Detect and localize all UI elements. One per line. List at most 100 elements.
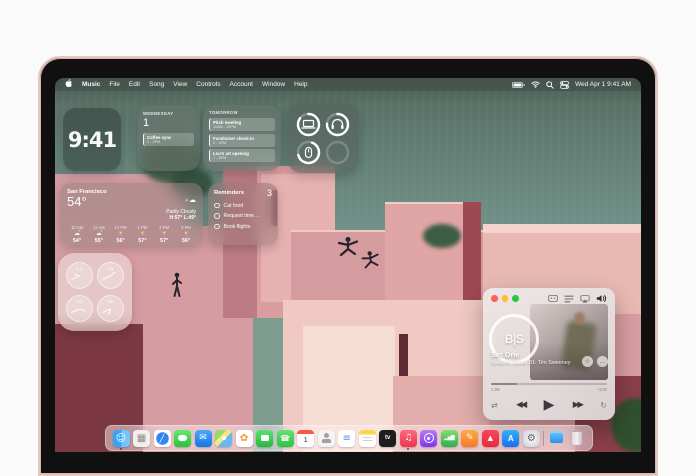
dock-icon-settings[interactable] [522,429,540,447]
more-options-button[interactable]: … [597,356,608,367]
calendar-widget[interactable]: WEDNESDAY 1 Coffee sync 1 - 2PM [137,105,200,171]
dock-icon-music[interactable] [399,429,417,450]
reminder-item[interactable]: Cat food [214,203,272,209]
city-label: SYD [76,300,83,304]
reminder-label: Cat food [223,202,244,209]
clock-time: 9:41 [67,127,117,152]
menu-bar-clock[interactable]: Wed Apr 1 9:41 AM [575,81,631,88]
window-controls [491,295,519,302]
menu-item-music[interactable]: Music [82,81,100,88]
search-icon[interactable] [546,80,554,89]
tomorrow-event[interactable]: Lou's art opening 7 - 8PM [209,149,275,162]
dock-icon-calendar[interactable]: 1 [297,429,315,447]
airplay-icon[interactable] [580,294,590,303]
menu-item-controls[interactable]: Controls [196,81,220,88]
battery-icon[interactable] [512,81,525,88]
dock-icon-finder[interactable] [112,429,130,450]
zoom-button[interactable] [512,295,519,302]
event-time: 7 - 8PM [213,156,227,160]
batteries-widget[interactable] [287,103,359,173]
menu-item-song[interactable]: Song [149,81,164,88]
reminder-checkbox[interactable] [214,223,220,230]
dock-icon-trash[interactable] [568,430,585,447]
hour-temp: 57° [160,237,169,244]
dock-icon-reminders[interactable] [338,429,356,447]
lyrics-icon[interactable] [548,294,558,303]
reminder-checkbox[interactable] [214,202,220,209]
menu-item-help[interactable]: Help [294,81,307,88]
calendar-weekday: WEDNESDAY [143,111,174,116]
wifi-icon[interactable] [531,81,540,88]
dock-icon-mail[interactable] [194,429,212,447]
menu-item-file[interactable]: File [109,81,119,88]
close-button[interactable] [491,295,498,302]
previous-button[interactable]: ◀◀ [516,400,527,410]
partly-cloudy-icon: ☁ ☀ [95,229,103,237]
sunny-icon: ☀ [183,230,189,237]
dock-icon-launchpad[interactable] [133,429,151,447]
menu-item-view[interactable]: View [173,81,187,88]
dock-divider [543,430,545,446]
reminders-widget[interactable]: Reminders 3 Cat food Request time… Book … [208,183,278,245]
menu-item-edit[interactable]: Edit [129,81,140,88]
control-center-icon[interactable] [560,80,570,89]
dock-icon-maps[interactable] [215,429,233,447]
partly-cloudy-icon: ☁ ☀ [74,229,82,237]
minimize-button[interactable] [501,295,508,302]
next-button[interactable]: ▶▶ [573,400,584,410]
dock-icon-numbers[interactable] [440,429,458,447]
dock-icon-messages[interactable] [174,429,192,447]
weather-hourly-forecast: 10 AM ☁ ☀ 54° 11 AM ☁ ☀ 55° 12 PM ☀ 56° 1 … [67,225,196,244]
tomorrow-widget[interactable]: TOMORROW Pitch meeting 11AM - 12PM Fundr… [203,105,281,171]
music-mini-player-window[interactable]: B|S Set One Beats In Space 01: Tim Sween… [483,288,615,420]
track-title: Set One [491,350,520,359]
reminder-item[interactable]: Request time… [214,213,272,219]
dock-icon-downloads-folder[interactable] [548,430,565,447]
play-button[interactable]: ▶ [544,397,555,413]
person-jumping [337,237,359,256]
dock-icon-pages[interactable] [461,429,479,447]
menu-item-window[interactable]: Window [262,81,285,88]
tomorrow-event[interactable]: Fundraiser check-in 3 - 4PM [209,133,275,147]
clock-widget[interactable]: 9:41 [63,108,121,171]
dock-icon-notes[interactable] [358,429,376,447]
volume-icon[interactable] [596,294,607,303]
running-indicator [120,447,123,450]
person-standing [172,272,182,297]
favorite-star-button[interactable]: ☆ [582,356,593,367]
dock-icon-rocket[interactable] [481,429,499,447]
tree [423,224,461,248]
shuffle-button[interactable]: ⇄ [491,401,498,410]
dock-icon-tv[interactable]: tv [379,429,397,447]
laptop-frame: Music File Edit Song View Controls Accou… [38,56,658,476]
sunny-icon: ☀ [117,230,124,237]
repeat-button[interactable]: ↻ [600,401,607,410]
reminder-item[interactable]: Book flights [214,224,272,230]
reminders-count: 3 [266,188,272,198]
dock-icon-facetime[interactable] [256,429,274,447]
weather-high-low: H:57° L:49° [169,215,196,221]
menu-item-account[interactable]: Account [230,81,254,88]
dock-icon-contacts[interactable] [317,429,335,447]
dock-icon-photos[interactable] [235,429,253,447]
tomorrow-title: TOMORROW [209,110,238,115]
weather-widget[interactable]: San Francisco 54° ☀☁ Partly Cloudy H:57°… [60,183,203,245]
dock-icon-safari[interactable] [153,429,171,447]
time-remaining: -4:02 [596,387,607,392]
dock-icon-app-store[interactable]: A [502,429,520,447]
event-time: 11AM - 12PM [213,125,236,129]
partly-cloudy-icon: ☀☁ [184,196,196,204]
reminder-checkbox[interactable] [214,213,220,219]
world-clock-widget[interactable]: CUP TOK SYD PAR [58,253,132,331]
calendar-event[interactable]: Coffee sync 1 - 2PM [143,133,194,146]
dock-icon-phone[interactable] [276,429,294,447]
menu-bar: Music File Edit Song View Controls Accou… [55,78,641,91]
city-label: PAR [107,300,114,304]
screen: Music File Edit Song View Controls Accou… [55,78,641,452]
sunny-icon: ☀ [139,230,146,237]
apple-menu[interactable] [65,79,73,90]
queue-icon[interactable] [564,295,574,303]
dock-icon-podcasts[interactable] [420,429,438,447]
apple-logo-icon [65,79,72,87]
tomorrow-event[interactable]: Pitch meeting 11AM - 12PM [209,118,275,131]
